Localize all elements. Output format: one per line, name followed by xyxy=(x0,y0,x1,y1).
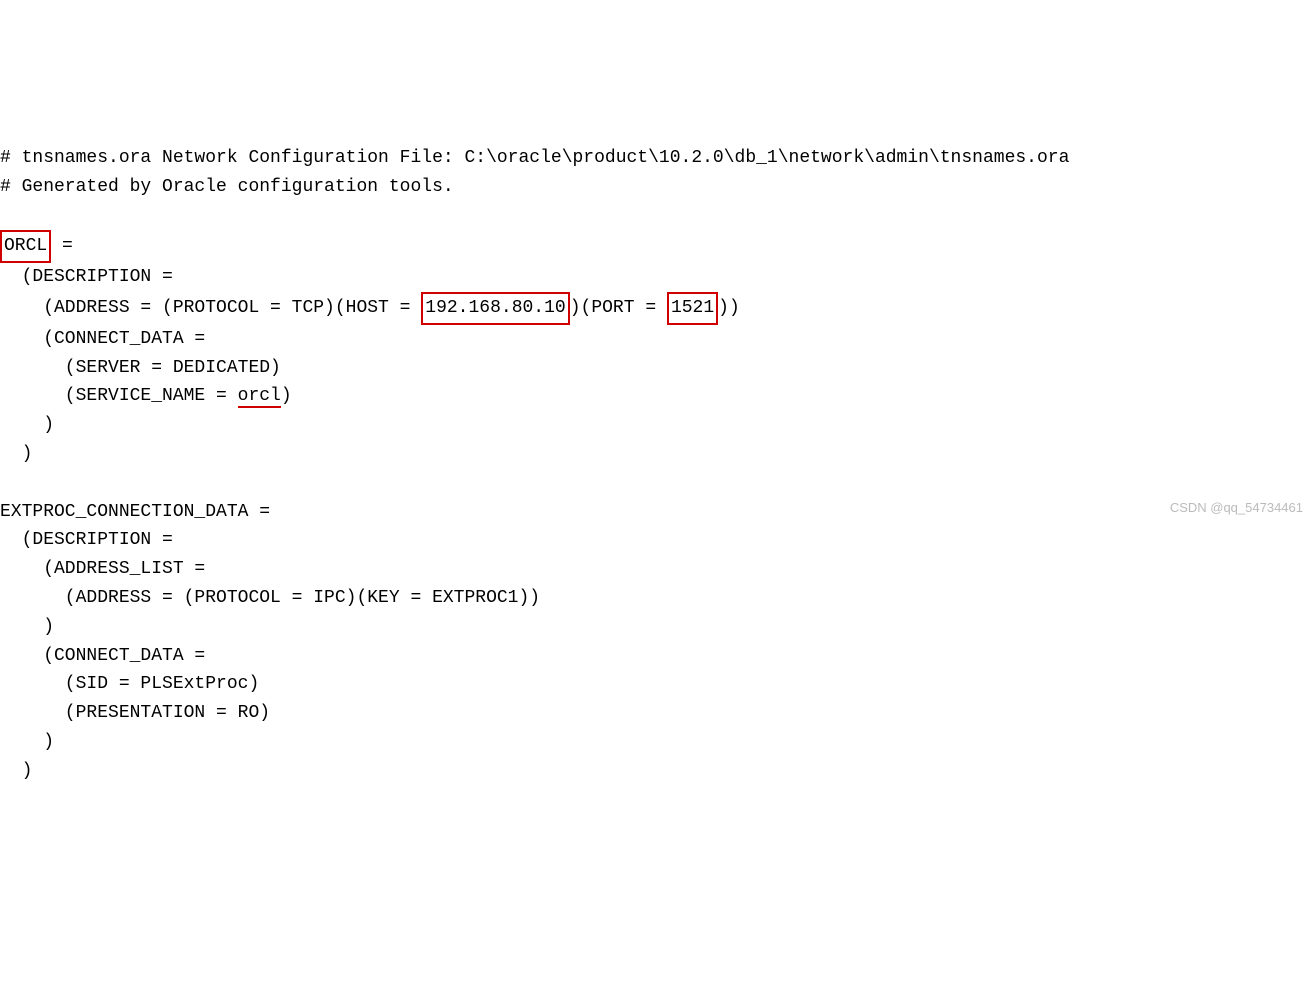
text: (ADDRESS = (PROTOCOL = IPC)(KEY = EXTPRO… xyxy=(0,588,540,608)
text: (ADDRESS_LIST = xyxy=(0,559,205,579)
port: 1521 xyxy=(667,292,718,325)
text: (DESCRIPTION = xyxy=(0,267,173,287)
text: (DESCRIPTION = xyxy=(0,530,173,550)
text: ) xyxy=(0,732,54,752)
text: )(PORT = xyxy=(570,298,667,318)
tns-alias-orcl: ORCL xyxy=(0,230,51,263)
text: ) xyxy=(0,617,54,637)
text: (SERVICE_NAME = xyxy=(0,386,238,406)
host-ip: 192.168.80.10 xyxy=(421,292,569,325)
text: (SERVER = DEDICATED) xyxy=(0,358,281,378)
comment-line: # Generated by Oracle configuration tool… xyxy=(0,177,454,197)
text: ) xyxy=(281,386,292,406)
tnsnames-config: # tnsnames.ora Network Configuration Fil… xyxy=(0,115,1313,785)
text: (CONNECT_DATA = xyxy=(0,646,205,666)
text: (PRESENTATION = RO) xyxy=(0,703,270,723)
text: (ADDRESS = (PROTOCOL = TCP)(HOST = xyxy=(0,298,421,318)
comment-line: # tnsnames.ora Network Configuration Fil… xyxy=(0,148,1069,168)
text: ) xyxy=(0,761,32,781)
text: ) xyxy=(0,444,32,464)
text: (SID = PLSExtProc) xyxy=(0,674,259,694)
service-name: orcl xyxy=(238,386,281,408)
text: = xyxy=(51,236,73,256)
text: ) xyxy=(0,415,54,435)
text: )) xyxy=(718,298,740,318)
watermark: CSDN @qq_54734461 xyxy=(1170,498,1303,519)
tns-alias-extproc: EXTPROC_CONNECTION_DATA = xyxy=(0,502,270,522)
text: (CONNECT_DATA = xyxy=(0,329,205,349)
